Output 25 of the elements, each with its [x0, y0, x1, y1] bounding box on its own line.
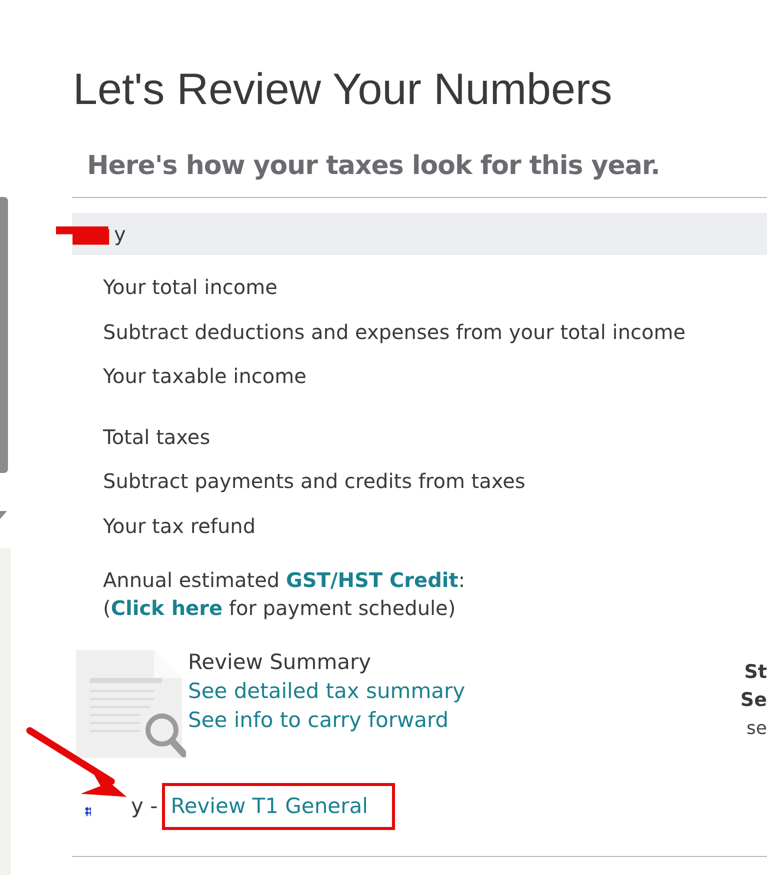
- summary-label: Your tax refund: [103, 512, 257, 540]
- scrollbar-thumb[interactable]: [0, 197, 8, 473]
- review-t1-link[interactable]: Review T1 General: [170, 794, 368, 818]
- person-label: y -: [131, 794, 158, 818]
- person-name: y: [114, 222, 126, 246]
- caret-icon[interactable]: [0, 511, 7, 519]
- summary-link[interactable]: See info to carry forward: [188, 706, 449, 735]
- summary-label: Your taxable income: [103, 363, 308, 390]
- credit-link[interactable]: Click here: [110, 596, 223, 620]
- page-subtitle: Here's how your taxes look for this year.: [87, 150, 661, 183]
- summary-link[interactable]: See detailed tax summary: [188, 677, 466, 706]
- review-heading: Review Summary: [188, 649, 372, 676]
- document-search-icon: [74, 648, 186, 760]
- credit-text: Annual estimated GST/HST Credit:: [103, 567, 466, 594]
- summary-label: Subtract payments and credits from taxes: [103, 468, 526, 495]
- dots-icon: [85, 806, 91, 816]
- cut-off-text: Se: [740, 688, 767, 713]
- summary-label: Subtract deductions and expenses from your total income: [103, 318, 687, 346]
- credit-link[interactable]: GST/HST Credit: [286, 568, 458, 592]
- cut-off-text: se: [746, 717, 767, 741]
- credit-text: (Click here for payment schedule): [103, 595, 457, 622]
- summary-label: Total taxes: [103, 424, 212, 450]
- page-title: Let's Review Your Numbers: [73, 64, 614, 116]
- cut-off-text: St: [744, 660, 767, 685]
- summary-label: Your total income: [103, 274, 278, 301]
